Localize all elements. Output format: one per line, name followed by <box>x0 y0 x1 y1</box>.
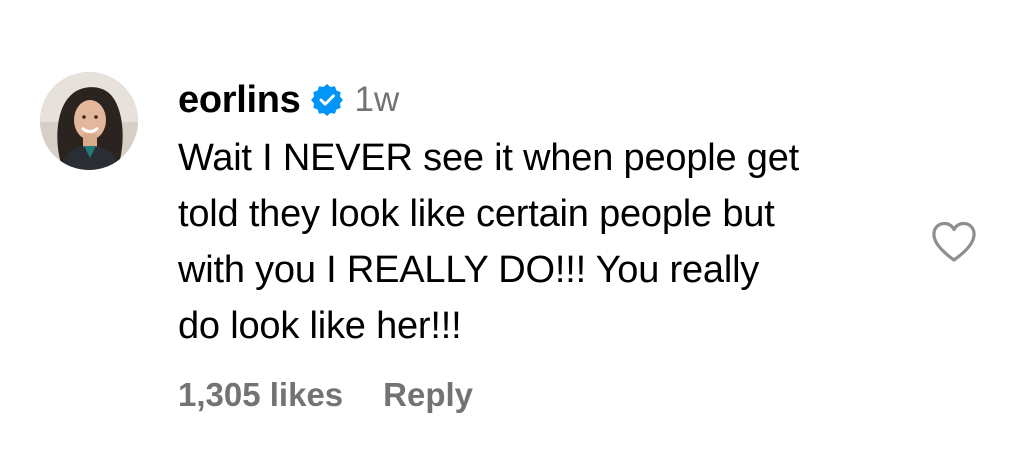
comment-text-line: do look like her!!! <box>178 305 462 347</box>
comment-actions: 1,305 likes Reply <box>178 376 473 414</box>
comment-text-line: told they look like certain people but <box>178 193 775 235</box>
reply-button[interactable]: Reply <box>383 376 473 414</box>
verified-badge-icon <box>310 84 343 116</box>
heart-outline-icon[interactable] <box>930 220 978 264</box>
avatar[interactable] <box>40 72 138 170</box>
comment-text-line: Wait I NEVER see it when people get <box>178 137 800 179</box>
comment-header: eorlins 1w <box>178 74 918 126</box>
profile-photo-icon <box>40 72 138 170</box>
comment-text-line: with you I REALLY DO!!! You really <box>178 249 760 291</box>
comment-content: eorlins 1w Wait I NEVER see it when peop… <box>178 74 918 354</box>
username-link[interactable]: eorlins <box>178 79 301 122</box>
comment-text: Wait I NEVER see it when people get told… <box>178 130 918 354</box>
comment: eorlins 1w Wait I NEVER see it when peop… <box>0 0 1024 465</box>
likes-count-button[interactable]: 1,305 likes <box>178 376 343 414</box>
comment-timestamp[interactable]: 1w <box>355 80 400 120</box>
